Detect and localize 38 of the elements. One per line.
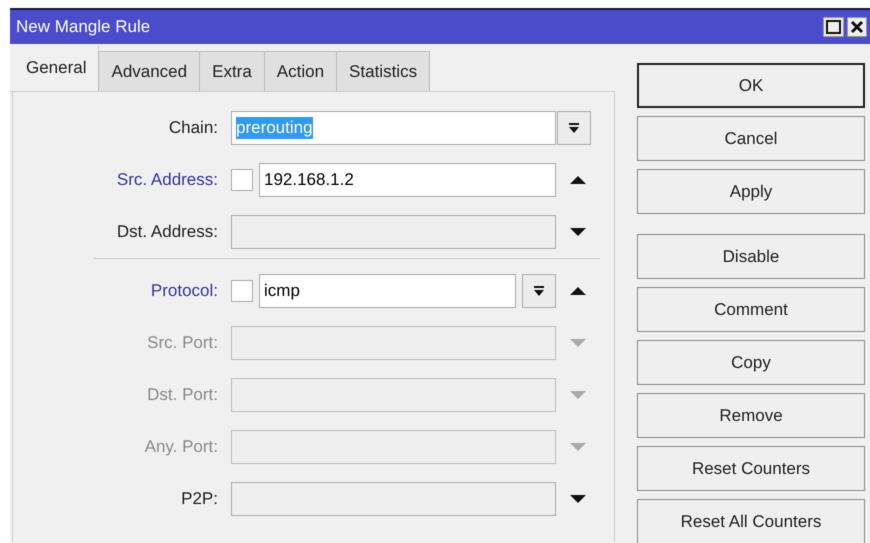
dialog-button[interactable]: Copy — [637, 340, 865, 385]
dialog-button[interactable]: Disable — [637, 234, 865, 279]
field-label: Protocol: — [150, 281, 219, 301]
dialog-button[interactable]: Cancel — [637, 116, 865, 161]
close-icon[interactable] — [847, 17, 867, 37]
dialog-button[interactable]: Remove — [637, 393, 865, 438]
up-arrow-icon[interactable] — [570, 285, 586, 297]
dropdown-button[interactable] — [557, 111, 591, 145]
up-arrow-icon[interactable] — [570, 174, 586, 186]
field-label: Chain: — [168, 118, 219, 138]
dialog-button[interactable]: Reset Counters — [637, 446, 865, 491]
tab[interactable]: Extra — [199, 51, 265, 91]
dialog-button[interactable]: Apply — [637, 169, 865, 214]
field-label: P2P: — [180, 489, 219, 509]
dialog-button[interactable]: Comment — [637, 287, 865, 332]
maximize-icon[interactable] — [823, 17, 844, 37]
dialog-button[interactable]: OK — [637, 63, 865, 108]
tab[interactable]: Advanced — [98, 51, 200, 91]
dropdown-button[interactable] — [522, 274, 556, 308]
field-label: Dst. Port: — [146, 385, 219, 405]
down-arrow-icon[interactable] — [570, 226, 586, 238]
input-field[interactable] — [231, 215, 556, 249]
negate-checkbox[interactable] — [231, 280, 253, 302]
input-field[interactable] — [231, 482, 556, 516]
field-label: Src. Port: — [146, 333, 219, 353]
input-field[interactable]: 192.168.1.2 — [259, 163, 556, 197]
field-label: Src. Address: — [116, 170, 219, 190]
dropdown-icon — [568, 122, 580, 134]
negate-checkbox[interactable] — [231, 169, 253, 191]
down-arrow-icon[interactable] — [570, 493, 586, 505]
window-title: New Mangle Rule — [16, 17, 152, 37]
field-label: Any. Port: — [144, 437, 219, 457]
tab[interactable]: Action — [264, 51, 338, 91]
dropdown-icon — [533, 285, 545, 297]
dialog-button[interactable]: Reset All Counters — [637, 499, 865, 543]
tab[interactable]: Statistics — [336, 51, 430, 91]
input-field[interactable]: icmp — [259, 274, 516, 308]
field-label: Dst. Address: — [116, 222, 219, 242]
